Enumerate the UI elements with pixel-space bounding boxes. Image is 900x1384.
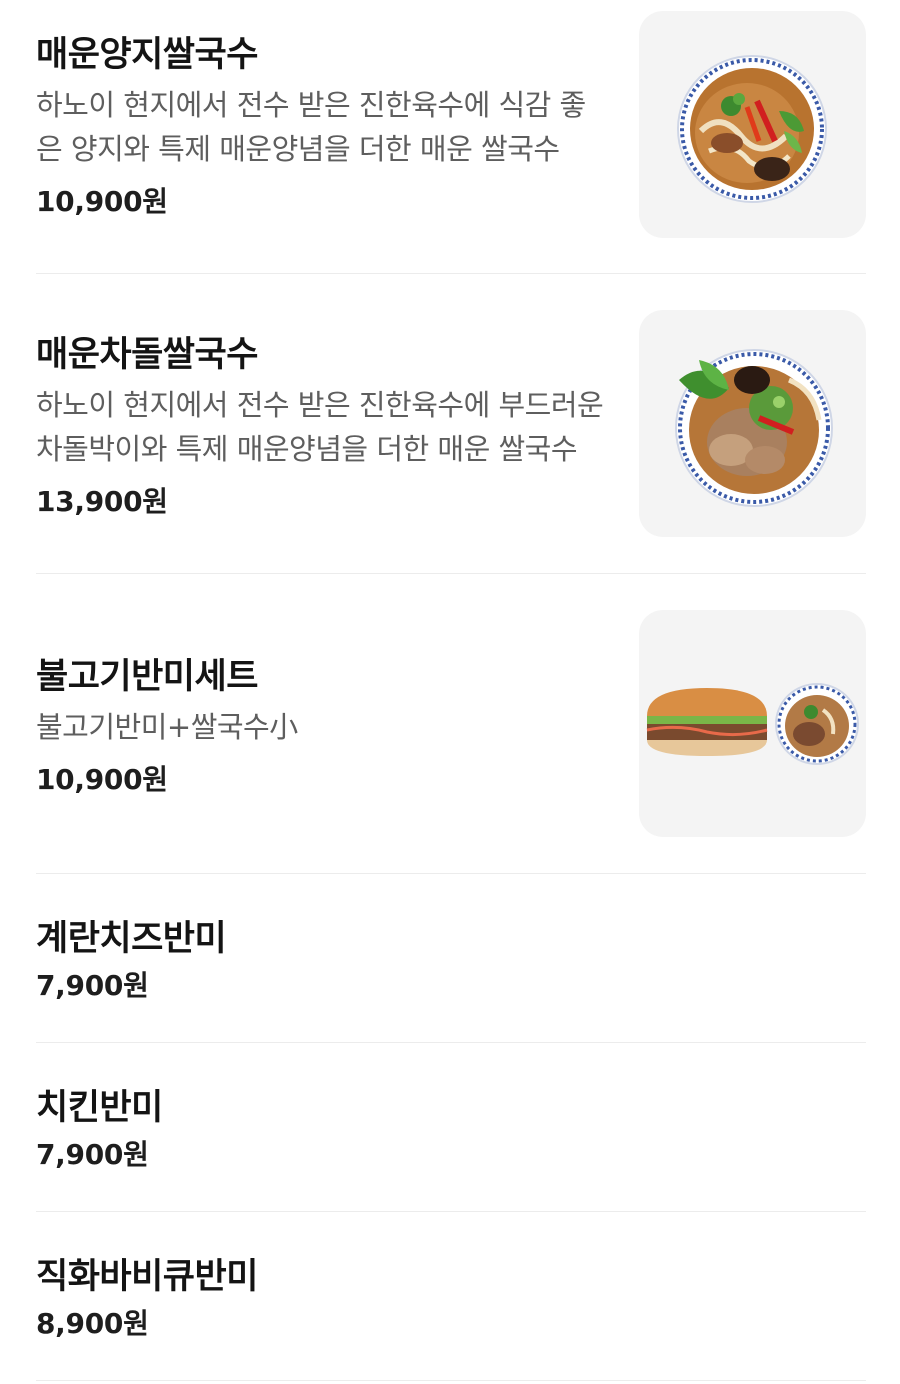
menu-item-price: 10,900원 (36, 763, 168, 796)
menu-item-price: 13,900원 (36, 485, 168, 518)
menu-item-name: 매운양지쌀국수 (36, 35, 258, 75)
menu-item-description: 불고기반미+쌀국수小 (36, 710, 298, 744)
menu-item-bbq-banhmi[interactable]: 직화바비큐반미 8,900원 (36, 1212, 866, 1380)
menu-item-description: 하노이 현지에서 전수 받은 진한육수에 식감 좋은 양지와 특제 매운양념을 … (36, 88, 586, 166)
menu-item-thumbnail[interactable] (639, 610, 866, 837)
menu-item-price: 8,900원 (36, 1307, 149, 1340)
pho-bowl-image (677, 55, 827, 203)
menu-item-spicy-chadol-pho[interactable]: 매운차돌쌀국수 하노이 현지에서 전수 받은 진한육수에 부드러운 차돌박이와 … (36, 274, 866, 572)
item-divider (36, 1380, 866, 1381)
menu-item-name: 계란치즈반미 (36, 919, 227, 959)
menu-item-price: 7,900원 (36, 1138, 149, 1171)
menu-item-name: 매운차돌쌀국수 (36, 335, 258, 375)
menu-item-name: 불고기반미세트 (36, 657, 258, 697)
menu-item-thumbnail[interactable] (639, 11, 866, 238)
menu-item-chicken-banhmi[interactable]: 치킨반미 7,900원 (36, 1043, 866, 1211)
menu-item-thumbnail[interactable] (639, 310, 866, 537)
banhmi-set-image (646, 683, 859, 765)
menu-item-name: 치킨반미 (36, 1088, 163, 1128)
menu-item-price: 10,900원 (36, 185, 168, 218)
menu-item-price: 7,900원 (36, 969, 149, 1002)
menu-item-name: 직화바비큐반미 (36, 1257, 258, 1297)
menu-item-egg-cheese-banhmi[interactable]: 계란치즈반미 7,900원 (36, 874, 866, 1042)
menu-item-description: 하노이 현지에서 전수 받은 진한육수에 부드러운 차돌박이와 특제 매운양념을… (36, 388, 604, 466)
menu-item-bulgogi-banhmi-set[interactable]: 불고기반미세트 불고기반미+쌀국수小 10,900원 (36, 574, 866, 872)
menu-item-spicy-brisket-pho[interactable]: 매운양지쌀국수 하노이 현지에서 전수 받은 진한육수에 식감 좋은 양지와 특… (36, 0, 866, 272)
pho-bowl-image (675, 349, 833, 507)
